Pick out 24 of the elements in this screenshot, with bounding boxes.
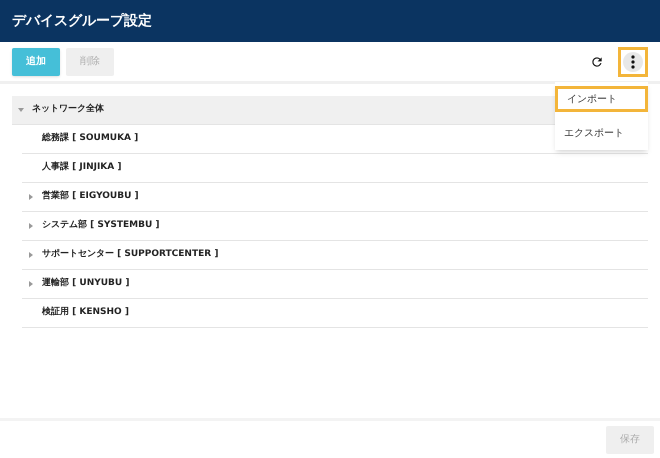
group-name: 総務課 [ SOUMUKA ] — [42, 132, 138, 146]
collapsed-arrow-icon[interactable] — [28, 281, 34, 287]
group-name: ネットワーク全体 — [32, 103, 104, 116]
tree-row[interactable]: 営業部 [ EIGYOUBU ] — [22, 183, 648, 212]
tree-row[interactable]: システム部 [ SYSTEMBU ] — [22, 212, 648, 241]
group-name: サポートセンター [ SUPPORTCENTER ] — [42, 248, 218, 262]
collapsed-arrow-icon[interactable] — [28, 252, 34, 258]
expanded-arrow-icon[interactable] — [18, 107, 24, 113]
tree-row[interactable]: 運輸部 [ UNYUBU ] — [22, 270, 648, 299]
group-name: システム部 [ SYSTEMBU ] — [42, 219, 160, 232]
collapsed-arrow-icon[interactable] — [28, 194, 34, 200]
group-name: 検証用 [ KENSHO ] — [42, 306, 129, 320]
tree-row[interactable]: サポートセンター [ SUPPORTCENTER ] — [22, 241, 648, 270]
tree-row[interactable]: 人事課 [ JINJIKA ] — [22, 154, 648, 183]
more-button[interactable] — [618, 46, 648, 76]
group-name: 運輸部 [ UNYUBU ] — [42, 277, 130, 290]
refresh-icon[interactable] — [590, 54, 604, 68]
tree-row[interactable]: 検証用 [ KENSHO ] — [22, 299, 648, 328]
page-title: デバイスグループ設定 — [12, 12, 152, 30]
menu-item[interactable]: インポート — [555, 86, 648, 112]
group-name: 営業部 [ EIGYOUBU ] — [42, 190, 139, 204]
more-vertical-icon — [631, 54, 635, 68]
group-name: 人事課 [ JINJIKA ] — [42, 161, 122, 174]
collapsed-arrow-icon[interactable] — [28, 223, 34, 229]
